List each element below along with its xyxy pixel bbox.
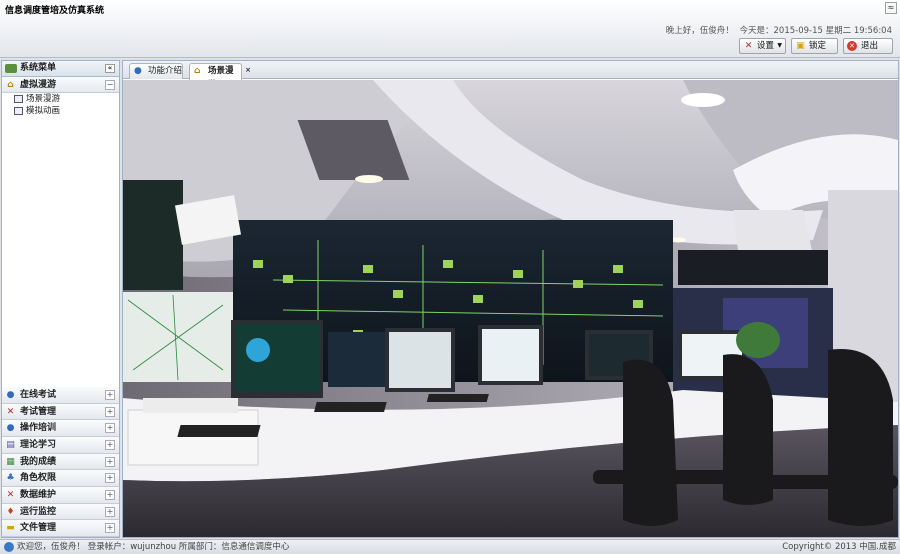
sidebar-header: 系统菜单 « <box>2 61 119 77</box>
exit-button[interactable]: ✕ 退出 <box>843 38 893 54</box>
expand-toggle[interactable]: + <box>105 489 115 500</box>
collapse-toggle[interactable]: − <box>105 80 115 90</box>
page-icon <box>14 107 23 115</box>
sidebar-item-file-management[interactable]: ▬ 文件管理 + <box>2 520 119 537</box>
status-bar: 欢迎您，伍俊舟！ 登录帐户：wujunzhou 所属部门：信息通信调度中心 Co… <box>0 539 900 554</box>
tree-item-simulation-animation[interactable]: 模拟动画 <box>2 105 119 117</box>
expand-toggle[interactable]: + <box>105 523 115 534</box>
sidebar-item-data-maintenance[interactable]: ✕ 数据维护 + <box>2 486 119 504</box>
menu-icon <box>5 64 17 73</box>
home-icon: ⌂ <box>7 80 14 90</box>
greeting-text: 晚上好，伍俊舟！ <box>665 26 734 36</box>
status-left-text: 欢迎您，伍俊舟！ 登录帐户：wujunzhou 所属部门：信息通信调度中心 <box>17 542 290 552</box>
sidebar-item-online-exam[interactable]: ● 在线考试 + <box>2 386 119 404</box>
user-exam-icon: ● <box>6 389 15 400</box>
folder-icon: ▬ <box>6 523 15 534</box>
sidebar-item-label: 理论学习 <box>20 439 57 450</box>
user-info-icon <box>4 542 14 552</box>
collapse-sidebar-button[interactable]: « <box>105 64 115 73</box>
role-icon: ♣ <box>6 473 15 484</box>
users-icon: ● <box>6 423 15 434</box>
home-icon: ⌂ <box>194 66 201 76</box>
sidebar-groups: ● 在线考试 + ✕ 考试管理 + ● 操作培训 + ▤ 理论学习 + ▦ 我的… <box>2 386 119 537</box>
sidebar-item-label: 角色权限 <box>20 473 57 484</box>
tab-label: 功能介绍 <box>148 66 183 76</box>
grid-icon: ▦ <box>6 456 15 467</box>
sidebar-item-label: 考试管理 <box>20 406 57 417</box>
sidebar-item-label: 文件管理 <box>20 523 57 534</box>
sidebar-item-label: 在线考试 <box>20 389 57 400</box>
control-room-scene-image <box>123 80 898 537</box>
close-tab-icon[interactable]: × <box>245 63 251 77</box>
sidebar-item-label: 我的成绩 <box>20 456 57 467</box>
sidebar-item-label: 运行监控 <box>20 506 57 517</box>
expand-toggle[interactable]: + <box>105 406 115 417</box>
tree-item-label: 模拟动画 <box>26 106 61 116</box>
exit-icon: ✕ <box>847 41 857 51</box>
expand-toggle[interactable]: + <box>105 456 115 467</box>
tab-function-intro[interactable]: ● 功能介绍 <box>129 63 183 79</box>
expand-toggle[interactable]: + <box>105 506 115 517</box>
expand-toggle[interactable]: + <box>105 439 115 450</box>
copyright: Copyright© 2013 中国.成都 <box>782 542 896 552</box>
settings-button[interactable]: ✕ 设置 ▼ <box>739 38 786 54</box>
book-icon: ▤ <box>6 439 15 450</box>
greeting-bar: 晚上好，伍俊舟！ 今天是：2015-09-15 星期二 19:56:04 <box>663 24 892 36</box>
chevron-down-icon: ▼ <box>777 42 782 49</box>
user-icon: ● <box>134 66 142 76</box>
sidebar-item-run-monitor[interactable]: ♦ 运行监控 + <box>2 503 119 521</box>
main-content: ● 功能介绍 ⌂ 场景漫游 × <box>122 60 899 538</box>
tools-icon: ✕ <box>6 406 15 417</box>
wrench-icon: ✕ <box>6 489 15 500</box>
page-icon <box>14 95 23 103</box>
tab-scene-tour[interactable]: ⌂ 场景漫游 × <box>189 63 251 90</box>
sidebar-group-label: 虚拟漫游 <box>20 80 57 90</box>
tree-item-label: 场景漫游 <box>26 94 61 104</box>
sidebar-item-label: 数据维护 <box>20 489 57 500</box>
tools-icon: ✕ <box>744 41 753 51</box>
datetime-text: 今天是：2015-09-15 星期二 19:56:04 <box>739 26 892 36</box>
tree-item-scene-tour[interactable]: 场景漫游 <box>2 93 119 105</box>
status-user-info: 欢迎您，伍俊舟！ 登录帐户：wujunzhou 所属部门：信息通信调度中心 <box>4 540 289 554</box>
expand-toggle[interactable]: + <box>105 423 115 434</box>
collapse-header-button[interactable]: ≈ <box>885 2 897 14</box>
monitor-icon: ♦ <box>6 506 15 517</box>
sidebar-item-theory-study[interactable]: ▤ 理论学习 + <box>2 436 119 454</box>
exit-label: 退出 <box>861 41 879 51</box>
lock-icon: ▣ <box>796 41 805 51</box>
sidebar-group-virtual-tour[interactable]: ⌂ 虚拟漫游 − <box>2 77 119 93</box>
sidebar-title: 系统菜单 <box>20 63 57 73</box>
top-header: 信息调度管培及仿真系统 ≈ 晚上好，伍俊舟！ 今天是：2015-09-15 星期… <box>0 0 900 58</box>
sidebar: 系统菜单 « ⌂ 虚拟漫游 − 场景漫游 模拟动画 ● 在线考试 + ✕ 考试管… <box>1 60 120 538</box>
settings-label: 设置 <box>757 41 775 51</box>
sidebar-item-my-scores[interactable]: ▦ 我的成绩 + <box>2 453 119 471</box>
expand-toggle[interactable]: + <box>105 389 115 400</box>
lock-label: 锁定 <box>809 41 827 51</box>
sidebar-item-operation-training[interactable]: ● 操作培训 + <box>2 420 119 437</box>
sidebar-item-exam-management[interactable]: ✕ 考试管理 + <box>2 403 119 421</box>
lock-button[interactable]: ▣ 锁定 <box>791 38 838 54</box>
tab-bar: ● 功能介绍 ⌂ 场景漫游 × <box>123 61 898 90</box>
app-title: 信息调度管培及仿真系统 <box>5 6 105 16</box>
expand-toggle[interactable]: + <box>105 473 115 484</box>
sidebar-tree: 场景漫游 模拟动画 <box>2 93 119 394</box>
sidebar-item-role-permissions[interactable]: ♣ 角色权限 + <box>2 470 119 487</box>
sidebar-item-label: 操作培训 <box>20 423 57 434</box>
